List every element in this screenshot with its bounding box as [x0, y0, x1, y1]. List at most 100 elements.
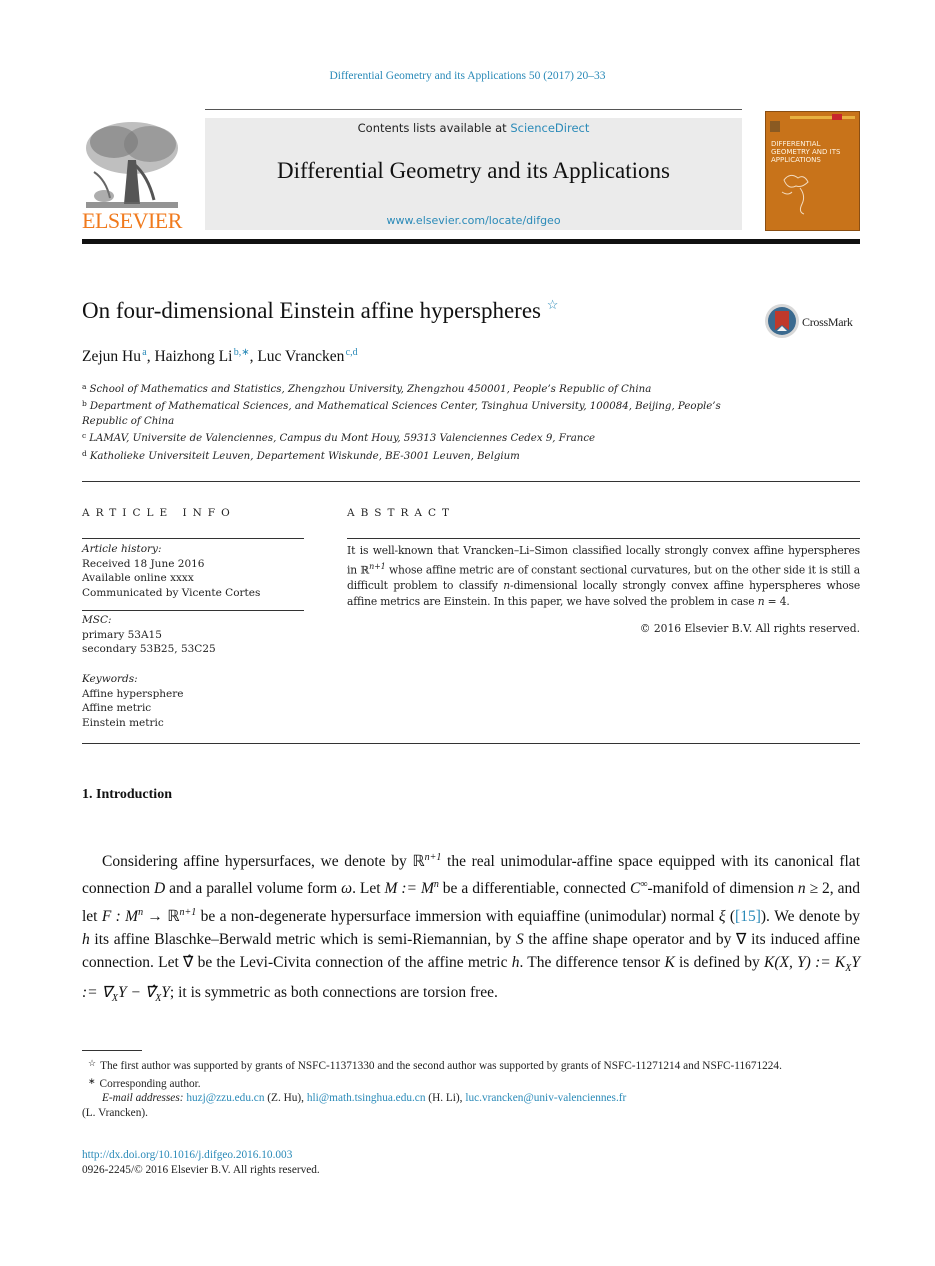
math-variable: S [515, 931, 524, 949]
affiliation-item: a School of Mathematics and Statistics, Z… [82, 380, 742, 397]
affiliations-divider [82, 481, 860, 482]
math-variable: n [797, 880, 806, 898]
footnote-rule [82, 1050, 142, 1051]
math-variable: D [153, 880, 166, 898]
author-affiliation-mark[interactable]: b,∗ [234, 347, 250, 358]
affiliation-text: Katholieke Universiteit Leuven, Departem… [89, 450, 520, 462]
affiliation-mark: c [82, 431, 87, 441]
math-superscript: n+1 [424, 852, 442, 863]
math-formula: Y − ∇̂ [117, 983, 156, 1001]
author-name[interactable]: Zejun Hu [82, 348, 141, 365]
history-item: Communicated by Vicente Cortes [82, 586, 261, 599]
article-title-text: On four-dimensional Einstein affine hype… [82, 298, 541, 323]
journal-masthead: Contents lists available at ScienceDirec… [205, 118, 742, 230]
elsevier-wordmark: ELSEVIER [82, 208, 182, 233]
history-item: Received 18 June 2016 [82, 557, 205, 570]
email-link[interactable]: luc.vrancken@univ-valenciennes.fr [465, 1092, 626, 1104]
doi-link[interactable]: http://dx.doi.org/10.1016/j.difgeo.2016.… [82, 1148, 320, 1163]
text-segment: . Let [352, 880, 385, 898]
author-affiliation-mark[interactable]: a [142, 347, 146, 358]
math-variable: h [82, 931, 90, 949]
article-info-heading: ARTICLE INFO [82, 507, 236, 519]
math-formula: Y [161, 983, 170, 1001]
email-label: E-mail addresses: [102, 1092, 184, 1104]
cover-accent [832, 114, 842, 120]
affiliation-text: Department of Mathematical Sciences, and… [82, 401, 721, 427]
text-segment: . The difference tensor [519, 954, 665, 972]
author-list: Zejun Hu a, Haizhong Li b,∗, Luc Vrancke… [82, 347, 358, 365]
text-segment: Considering affine hypersurfaces, we den… [102, 853, 425, 871]
abstract-text: It is well-known that Vrancken–Li–Simon … [347, 543, 860, 610]
doi-block: http://dx.doi.org/10.1016/j.difgeo.2016.… [82, 1148, 320, 1177]
footnote-text: Corresponding author. [99, 1077, 201, 1090]
citation-link[interactable]: [15] [735, 908, 761, 925]
text-segment: ( [725, 907, 736, 925]
abstract-heading: ABSTRACT [347, 507, 456, 519]
text-segment: -manifold of dimension [647, 880, 798, 898]
cover-title: DIFFERENTIAL GEOMETRY AND ITS APPLICATIO… [771, 140, 841, 164]
sciencedirect-link[interactable]: ScienceDirect [510, 121, 589, 135]
email-link[interactable]: hli@math.tsinghua.edu.cn [307, 1092, 426, 1104]
crossmark-icon [765, 304, 799, 338]
abstract-copyright: © 2016 Elsevier B.V. All rights reserved… [639, 622, 860, 635]
journal-cover-thumbnail[interactable]: DIFFERENTIAL GEOMETRY AND ITS APPLICATIO… [765, 111, 860, 231]
footnotes: ☆ The first author was supported by grant… [82, 1056, 860, 1120]
text-segment: and a parallel volume form [165, 880, 342, 898]
affiliation-item: c LAMAV, Universite de Valenciennes, Camp… [82, 429, 742, 446]
section-heading-introduction: 1. Introduction [82, 787, 172, 802]
crossmark-button[interactable]: CrossMark [764, 303, 864, 341]
keywords: Keywords: Affine hypersphere Affine metr… [82, 672, 304, 730]
footnote-corresponding: ∗ Corresponding author. [82, 1074, 860, 1092]
crossmark-label: CrossMark [802, 315, 853, 329]
math-variable: K [664, 954, 675, 972]
journal-title: Differential Geometry and its Applicatio… [276, 158, 671, 183]
contents-line: Contents lists available at ScienceDirec… [205, 121, 742, 135]
journal-url-link[interactable]: www.elsevier.com/locate/difgeo [205, 214, 742, 227]
footnote-star-mark: ☆ [88, 1058, 97, 1068]
math-space-symbol: ℝ [360, 563, 370, 577]
affiliation-mark: d [82, 448, 87, 458]
affiliation-mark: b [82, 399, 87, 409]
email-owner: (L. Vrancken). [82, 1106, 148, 1119]
article-history-label: Article history: [82, 543, 162, 555]
article-history: Article history: Received 18 June 2016 A… [82, 542, 304, 600]
math-superscript: n+1 [369, 561, 386, 571]
math-superscript: n+1 [179, 906, 197, 918]
msc-codes: MSC: primary 53A15 secondary 53B25, 53C2… [82, 613, 304, 657]
text-segment: ; it is symmetric as both connections ar… [169, 983, 498, 1001]
author-affiliation-mark[interactable]: c,d [346, 347, 358, 358]
front-matter-divider [82, 743, 860, 744]
text-segment: → ℝ [143, 907, 180, 925]
footnote-asterisk-mark: ∗ [88, 1075, 96, 1086]
author-name[interactable]: Luc Vrancken [257, 348, 344, 365]
footnote-emails: E-mail addresses: huzj@zzu.edu.cn (Z. Hu… [82, 1091, 860, 1120]
msc-label: MSC: [82, 614, 112, 626]
email-link[interactable]: huzj@zzu.edu.cn [186, 1092, 264, 1104]
running-head[interactable]: Differential Geometry and its Applicatio… [0, 70, 935, 82]
history-item: Available online xxxx [82, 572, 194, 584]
keyword-item: Einstein metric [82, 716, 164, 729]
footnote-funding: ☆ The first author was supported by grant… [82, 1056, 860, 1074]
keyword-item: Affine metric [82, 702, 152, 714]
keywords-label: Keywords: [82, 673, 138, 685]
math-variable: M := M [384, 880, 434, 898]
footnote-text: The first author was supported by grants… [100, 1060, 782, 1072]
math-variable: ω [341, 880, 353, 898]
math-variable: ξ [718, 907, 726, 925]
masthead-top-rule [205, 109, 742, 110]
title-footnote-star[interactable]: ☆ [547, 297, 559, 312]
author-name[interactable]: Haizhong Li [154, 348, 232, 365]
paragraph: Considering affine hypersurfaces, we den… [82, 846, 860, 1010]
abstract-divider [347, 538, 860, 539]
elsevier-tree-icon [86, 122, 178, 208]
cover-illustration-icon [781, 174, 809, 215]
math-formula: K(X, Y) := K [764, 954, 846, 972]
issn-line: 0926-2245/© 2016 Elsevier B.V. All right… [82, 1163, 320, 1176]
history-divider [82, 610, 304, 611]
text-segment: its affine Blaschke–Berwald metric which… [89, 931, 516, 949]
affiliation-item: d Katholieke Universiteit Leuven, Departe… [82, 447, 742, 464]
cover-publisher-icon [770, 121, 780, 132]
masthead-rule [82, 239, 860, 244]
email-owner: (Z. Hu), [264, 1092, 307, 1104]
elsevier-logo[interactable]: ELSEVIER [82, 120, 182, 233]
